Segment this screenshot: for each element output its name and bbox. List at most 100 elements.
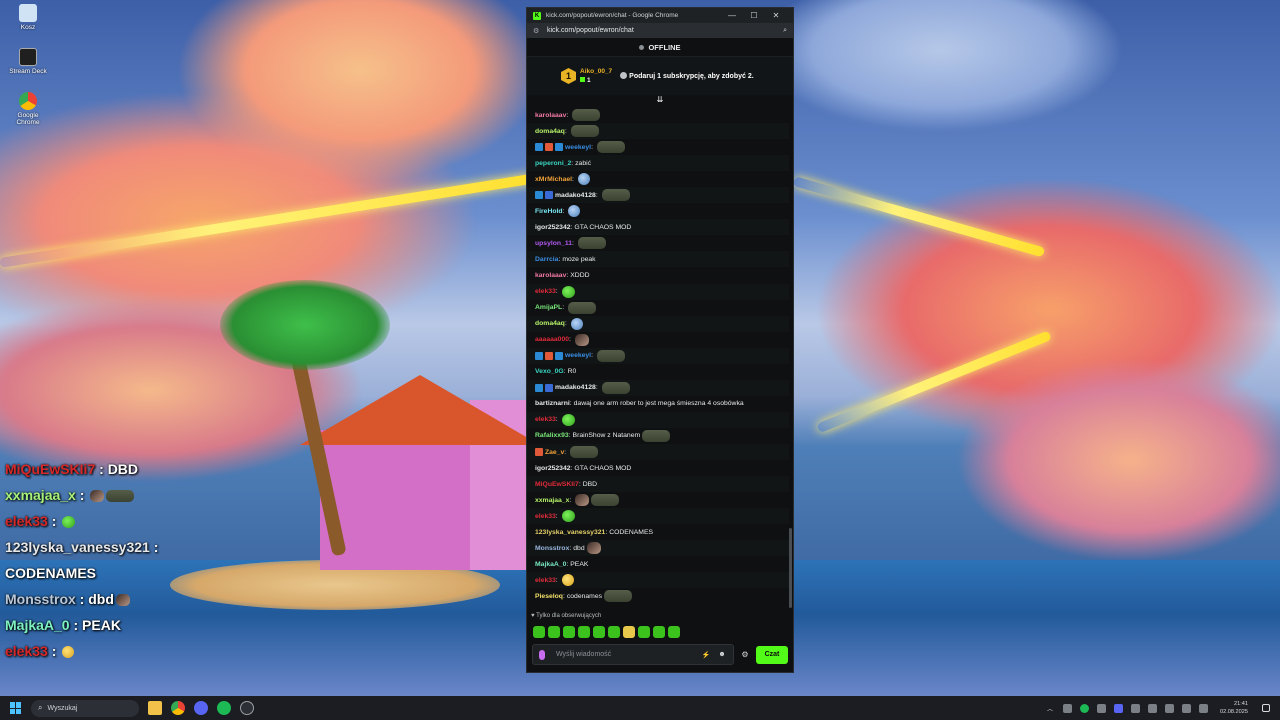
taskbar-clock[interactable]: 21:41 02.08.2025 xyxy=(1220,700,1248,716)
chat-username[interactable]: elek33 xyxy=(535,288,556,295)
emote-tank-icon[interactable] xyxy=(601,381,630,394)
network-icon[interactable] xyxy=(1165,703,1174,713)
top-gifter-name[interactable]: Aiko_00_7 xyxy=(580,67,612,76)
maximize-button[interactable]: ☐ xyxy=(743,11,765,20)
url-text[interactable]: kick.com/popout/ewron/chat xyxy=(547,27,783,34)
chat-username[interactable]: madako4128 xyxy=(555,384,596,391)
desktop-icon-chrome[interactable]: Google Chrome xyxy=(6,92,50,126)
chat-username[interactable]: weekeyl xyxy=(565,144,591,151)
chat-username[interactable]: weekeyl xyxy=(565,352,591,359)
emote-tank-icon[interactable] xyxy=(596,349,625,362)
emote-button[interactable] xyxy=(668,626,680,638)
chat-username[interactable]: karolaaav xyxy=(535,112,566,119)
tray-app-icon[interactable] xyxy=(1063,703,1072,713)
emote-tank-icon[interactable] xyxy=(596,141,625,154)
chat-scrollbar[interactable] xyxy=(789,528,792,608)
notification-icon[interactable] xyxy=(1262,704,1270,712)
emote-green-icon[interactable] xyxy=(561,285,575,298)
chat-username[interactable]: xxmajaa_x xyxy=(535,497,569,504)
chrome-icon[interactable] xyxy=(171,701,185,715)
emote-photo-icon[interactable] xyxy=(574,333,589,346)
spotify-tray-icon[interactable] xyxy=(1080,703,1089,713)
emote-tank-icon[interactable] xyxy=(604,590,632,603)
emote-button[interactable] xyxy=(578,626,590,638)
emote-tank-icon[interactable] xyxy=(591,494,620,507)
spotify-icon[interactable] xyxy=(217,701,231,715)
emote-tank-icon[interactable] xyxy=(577,237,606,250)
emoji-icon[interactable]: ☻ xyxy=(717,651,727,658)
chat-username[interactable]: Darrcia xyxy=(535,256,558,263)
chat-settings-gear-icon[interactable]: ⚙ xyxy=(734,650,756,659)
emote-face-icon[interactable] xyxy=(577,173,590,186)
emote-tank-icon[interactable] xyxy=(601,189,630,202)
emote-photo-icon[interactable] xyxy=(575,494,590,507)
tray-app-icon[interactable] xyxy=(1097,703,1106,713)
emote-face-icon[interactable] xyxy=(570,317,583,330)
chat-username[interactable]: FireHold xyxy=(535,208,563,215)
emote-button[interactable] xyxy=(533,626,545,638)
discord-icon[interactable] xyxy=(194,701,208,715)
commands-icon[interactable]: ⚡ xyxy=(701,651,711,659)
emote-tank-icon[interactable] xyxy=(572,109,601,122)
chat-username[interactable]: elek33 xyxy=(535,577,556,584)
volume-icon[interactable] xyxy=(1182,703,1191,713)
chat-input-placeholder[interactable]: Wyślij wiadomość xyxy=(556,651,695,658)
emote-button[interactable] xyxy=(653,626,665,638)
emote-yellow-icon[interactable] xyxy=(561,574,574,587)
emote-button[interactable] xyxy=(593,626,605,638)
chat-username[interactable]: AmijaPL xyxy=(535,304,562,311)
chat-username[interactable]: doma4aq xyxy=(535,128,565,135)
chat-username[interactable]: upsylon_11 xyxy=(535,240,572,247)
emote-tank-icon[interactable] xyxy=(568,301,597,314)
chat-username[interactable]: peperoni_2 xyxy=(535,160,571,167)
chat-username[interactable]: Pieseloq xyxy=(535,593,563,600)
microphone-icon[interactable] xyxy=(539,649,545,660)
windows-start-icon[interactable] xyxy=(10,702,22,714)
send-chat-button[interactable]: Czat xyxy=(756,645,788,664)
emote-green-icon[interactable] xyxy=(561,510,575,523)
tray-app-icon[interactable] xyxy=(1148,703,1157,713)
collapse-chevron-icon[interactable]: ⇊ xyxy=(527,95,793,105)
chat-username[interactable]: elek33 xyxy=(535,513,556,520)
chat-username[interactable]: 123lyska_vanessy321 xyxy=(535,529,605,536)
chat-username[interactable]: elek33 xyxy=(535,416,556,423)
emote-tank-icon[interactable] xyxy=(570,125,599,138)
chat-username[interactable]: igor252342 xyxy=(535,224,571,231)
emote-tank-icon[interactable] xyxy=(642,429,671,442)
chat-username[interactable]: igor252342 xyxy=(535,465,571,472)
chat-username[interactable]: doma4aq xyxy=(535,320,565,327)
zoom-icon[interactable]: ⌕ xyxy=(783,27,787,35)
address-bar[interactable]: ⚙ kick.com/popout/ewron/chat ⌕ xyxy=(527,23,793,38)
emote-button[interactable] xyxy=(548,626,560,638)
gift-leaderboard[interactable]: 1 Aiko_00_7 1 Podaruj 1 subskrypcję, aby… xyxy=(527,57,793,95)
emote-button[interactable] xyxy=(563,626,575,638)
discord-tray-icon[interactable] xyxy=(1114,703,1123,713)
emote-photo-icon[interactable] xyxy=(586,542,601,555)
chat-username[interactable]: Rafalixx93 xyxy=(535,432,569,439)
emote-green-icon[interactable] xyxy=(561,413,575,426)
taskbar-search[interactable]: ⌕ Wyszukaj xyxy=(31,699,139,717)
desktop-icon-stream-deck[interactable]: Stream Deck xyxy=(6,48,50,75)
emote-button[interactable] xyxy=(638,626,650,638)
chat-username[interactable]: Zae_v xyxy=(545,449,564,456)
app-icon[interactable] xyxy=(240,701,254,715)
chat-username[interactable]: Vexo_0G xyxy=(535,368,564,375)
close-button[interactable]: ✕ xyxy=(765,11,787,20)
tray-overflow-chevron-icon[interactable]: ︿ xyxy=(1047,704,1053,713)
chat-username[interactable]: Monsstrox xyxy=(535,545,569,552)
desktop-icon-recycle-bin[interactable]: Kosz xyxy=(6,4,50,31)
emote-tank-icon[interactable] xyxy=(570,446,599,458)
minimize-button[interactable]: — xyxy=(721,11,743,20)
chat-username[interactable]: madako4128 xyxy=(555,192,596,199)
chat-input[interactable]: Wyślij wiadomość ⚡ ☻ xyxy=(532,644,734,665)
battery-icon[interactable] xyxy=(1199,703,1208,713)
chat-username[interactable]: xMrMichael xyxy=(535,176,572,183)
chat-username[interactable]: MiQuEwSKIi7 xyxy=(535,481,579,488)
chat-username[interactable]: karolaaav xyxy=(535,272,566,279)
file-explorer-icon[interactable] xyxy=(148,701,162,715)
chat-username[interactable]: bartiznarni xyxy=(535,400,570,407)
emote-face-icon[interactable] xyxy=(568,205,581,218)
chat-username[interactable]: MajkaA_0 xyxy=(535,561,566,568)
site-settings-icon[interactable]: ⚙ xyxy=(533,27,543,35)
chat-username[interactable]: aaaaaa000 xyxy=(535,336,569,343)
